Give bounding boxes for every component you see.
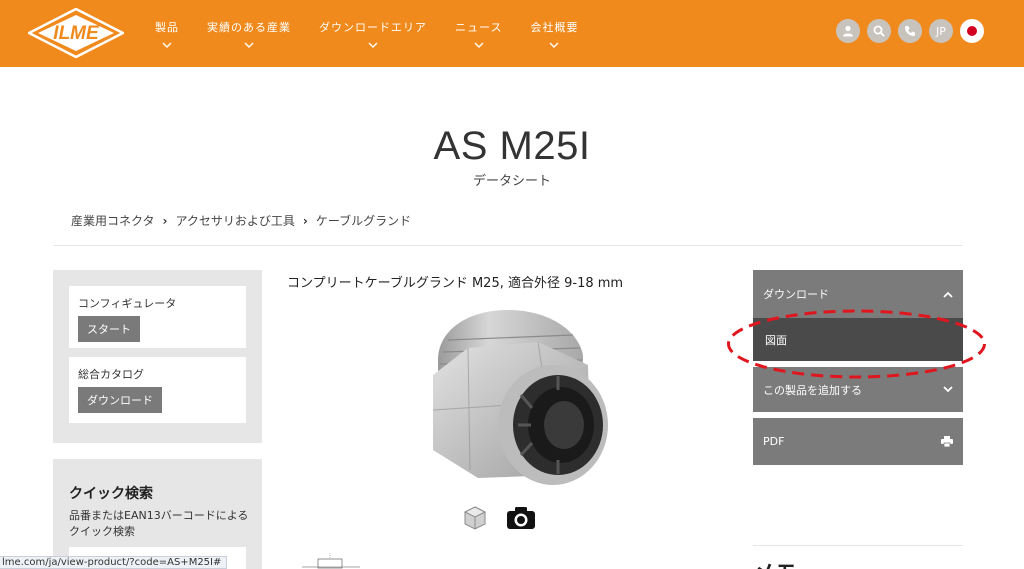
main-nav: 製品 実績のある産業 ダウンロードエリア ニュース 会社概要 xyxy=(155,19,606,49)
sidebar-tools: コンフィギュレータ スタート 総合カタログ ダウンロード xyxy=(53,270,262,443)
quick-search-description: 品番またはEAN13バーコードによるクイック検索 xyxy=(69,509,249,538)
breadcrumb-item[interactable]: 産業用コネクタ xyxy=(71,212,155,229)
configurator-card: コンフィギュレータ スタート xyxy=(69,286,246,348)
chevron-down-icon xyxy=(549,42,559,48)
chevron-right-icon: › xyxy=(302,213,308,228)
chevron-down-icon xyxy=(162,42,172,48)
language-selector[interactable]: JP xyxy=(929,19,953,43)
chevron-up-icon xyxy=(943,291,953,298)
print-icon xyxy=(941,436,953,447)
nav-label: 会社概要 xyxy=(530,21,579,34)
catalog-label: 総合カタログ xyxy=(78,368,144,381)
chevron-down-icon xyxy=(244,42,254,48)
camera-icon[interactable] xyxy=(506,505,536,531)
chevron-right-icon: › xyxy=(162,213,168,228)
japan-flag-icon[interactable] xyxy=(960,19,984,43)
breadcrumb-item[interactable]: アクセサリおよび工具 xyxy=(175,212,294,229)
divider xyxy=(753,545,963,546)
3d-model-icon[interactable] xyxy=(462,505,488,531)
ilme-logo[interactable]: ILME xyxy=(28,8,124,58)
phone-icon[interactable] xyxy=(898,19,922,43)
user-icon[interactable] xyxy=(836,19,860,43)
svg-text:ILME: ILME xyxy=(53,23,100,44)
download-accordion[interactable]: ダウンロード xyxy=(753,270,963,318)
pdf-button[interactable]: PDF xyxy=(753,418,963,465)
nav-item-downloads[interactable]: ダウンロードエリア xyxy=(319,19,427,49)
cable-gland-image xyxy=(432,310,608,485)
view-toggle xyxy=(462,505,554,531)
nav-label: 実績のある産業 xyxy=(207,21,291,34)
breadcrumb-item[interactable]: ケーブルグランド xyxy=(316,212,411,229)
drawing-label: 図面 xyxy=(765,333,787,347)
divider xyxy=(53,245,963,246)
product-title: コンプリートケーブルグランド M25, 適合外径 9-18 mm xyxy=(287,276,624,291)
notes-title: メモ xyxy=(753,556,797,569)
header-icons: JP xyxy=(829,19,984,43)
nav-item-news[interactable]: ニュース xyxy=(455,19,502,49)
drawing-download-item[interactable]: 図面 xyxy=(753,318,963,361)
browser-status-bar: lme.com/ja/view-product/?code=AS+M25I# xyxy=(0,556,228,569)
site-header: ILME 製品 実績のある産業 ダウンロードエリア ニュース 会社概要 JP xyxy=(0,0,1024,67)
nav-label: ダウンロードエリア xyxy=(319,21,427,34)
chevron-down-icon xyxy=(943,386,953,393)
download-catalog-button[interactable]: ダウンロード xyxy=(78,387,162,413)
add-product-label: この製品を追加する xyxy=(763,383,862,397)
page-subtitle: データシート xyxy=(472,174,551,189)
nav-item-company[interactable]: 会社概要 xyxy=(530,19,578,49)
search-icon[interactable] xyxy=(867,19,891,43)
quick-search-title: クイック検索 xyxy=(69,486,153,502)
nav-item-industries[interactable]: 実績のある産業 xyxy=(207,19,291,49)
quick-search-panel: クイック検索 品番またはEAN13バーコードによるクイック検索 xyxy=(53,459,262,569)
page-title: AS M25I xyxy=(433,124,591,168)
nav-item-products[interactable]: 製品 xyxy=(155,19,179,49)
nav-label: 製品 xyxy=(155,21,179,34)
catalog-card: 総合カタログ ダウンロード xyxy=(69,357,246,423)
start-configurator-button[interactable]: スタート xyxy=(78,316,140,342)
add-product-accordion[interactable]: この製品を追加する xyxy=(753,367,963,412)
chevron-down-icon xyxy=(368,42,378,48)
configurator-label: コンフィギュレータ xyxy=(78,297,177,310)
technical-drawing-thumbnail[interactable] xyxy=(300,553,362,569)
nav-label: ニュース xyxy=(455,21,503,34)
download-label: ダウンロード xyxy=(763,288,829,301)
chevron-down-icon xyxy=(474,42,484,48)
pdf-label: PDF xyxy=(763,435,785,448)
breadcrumb: 産業用コネクタ › アクセサリおよび工具 › ケーブルグランド xyxy=(71,212,411,229)
